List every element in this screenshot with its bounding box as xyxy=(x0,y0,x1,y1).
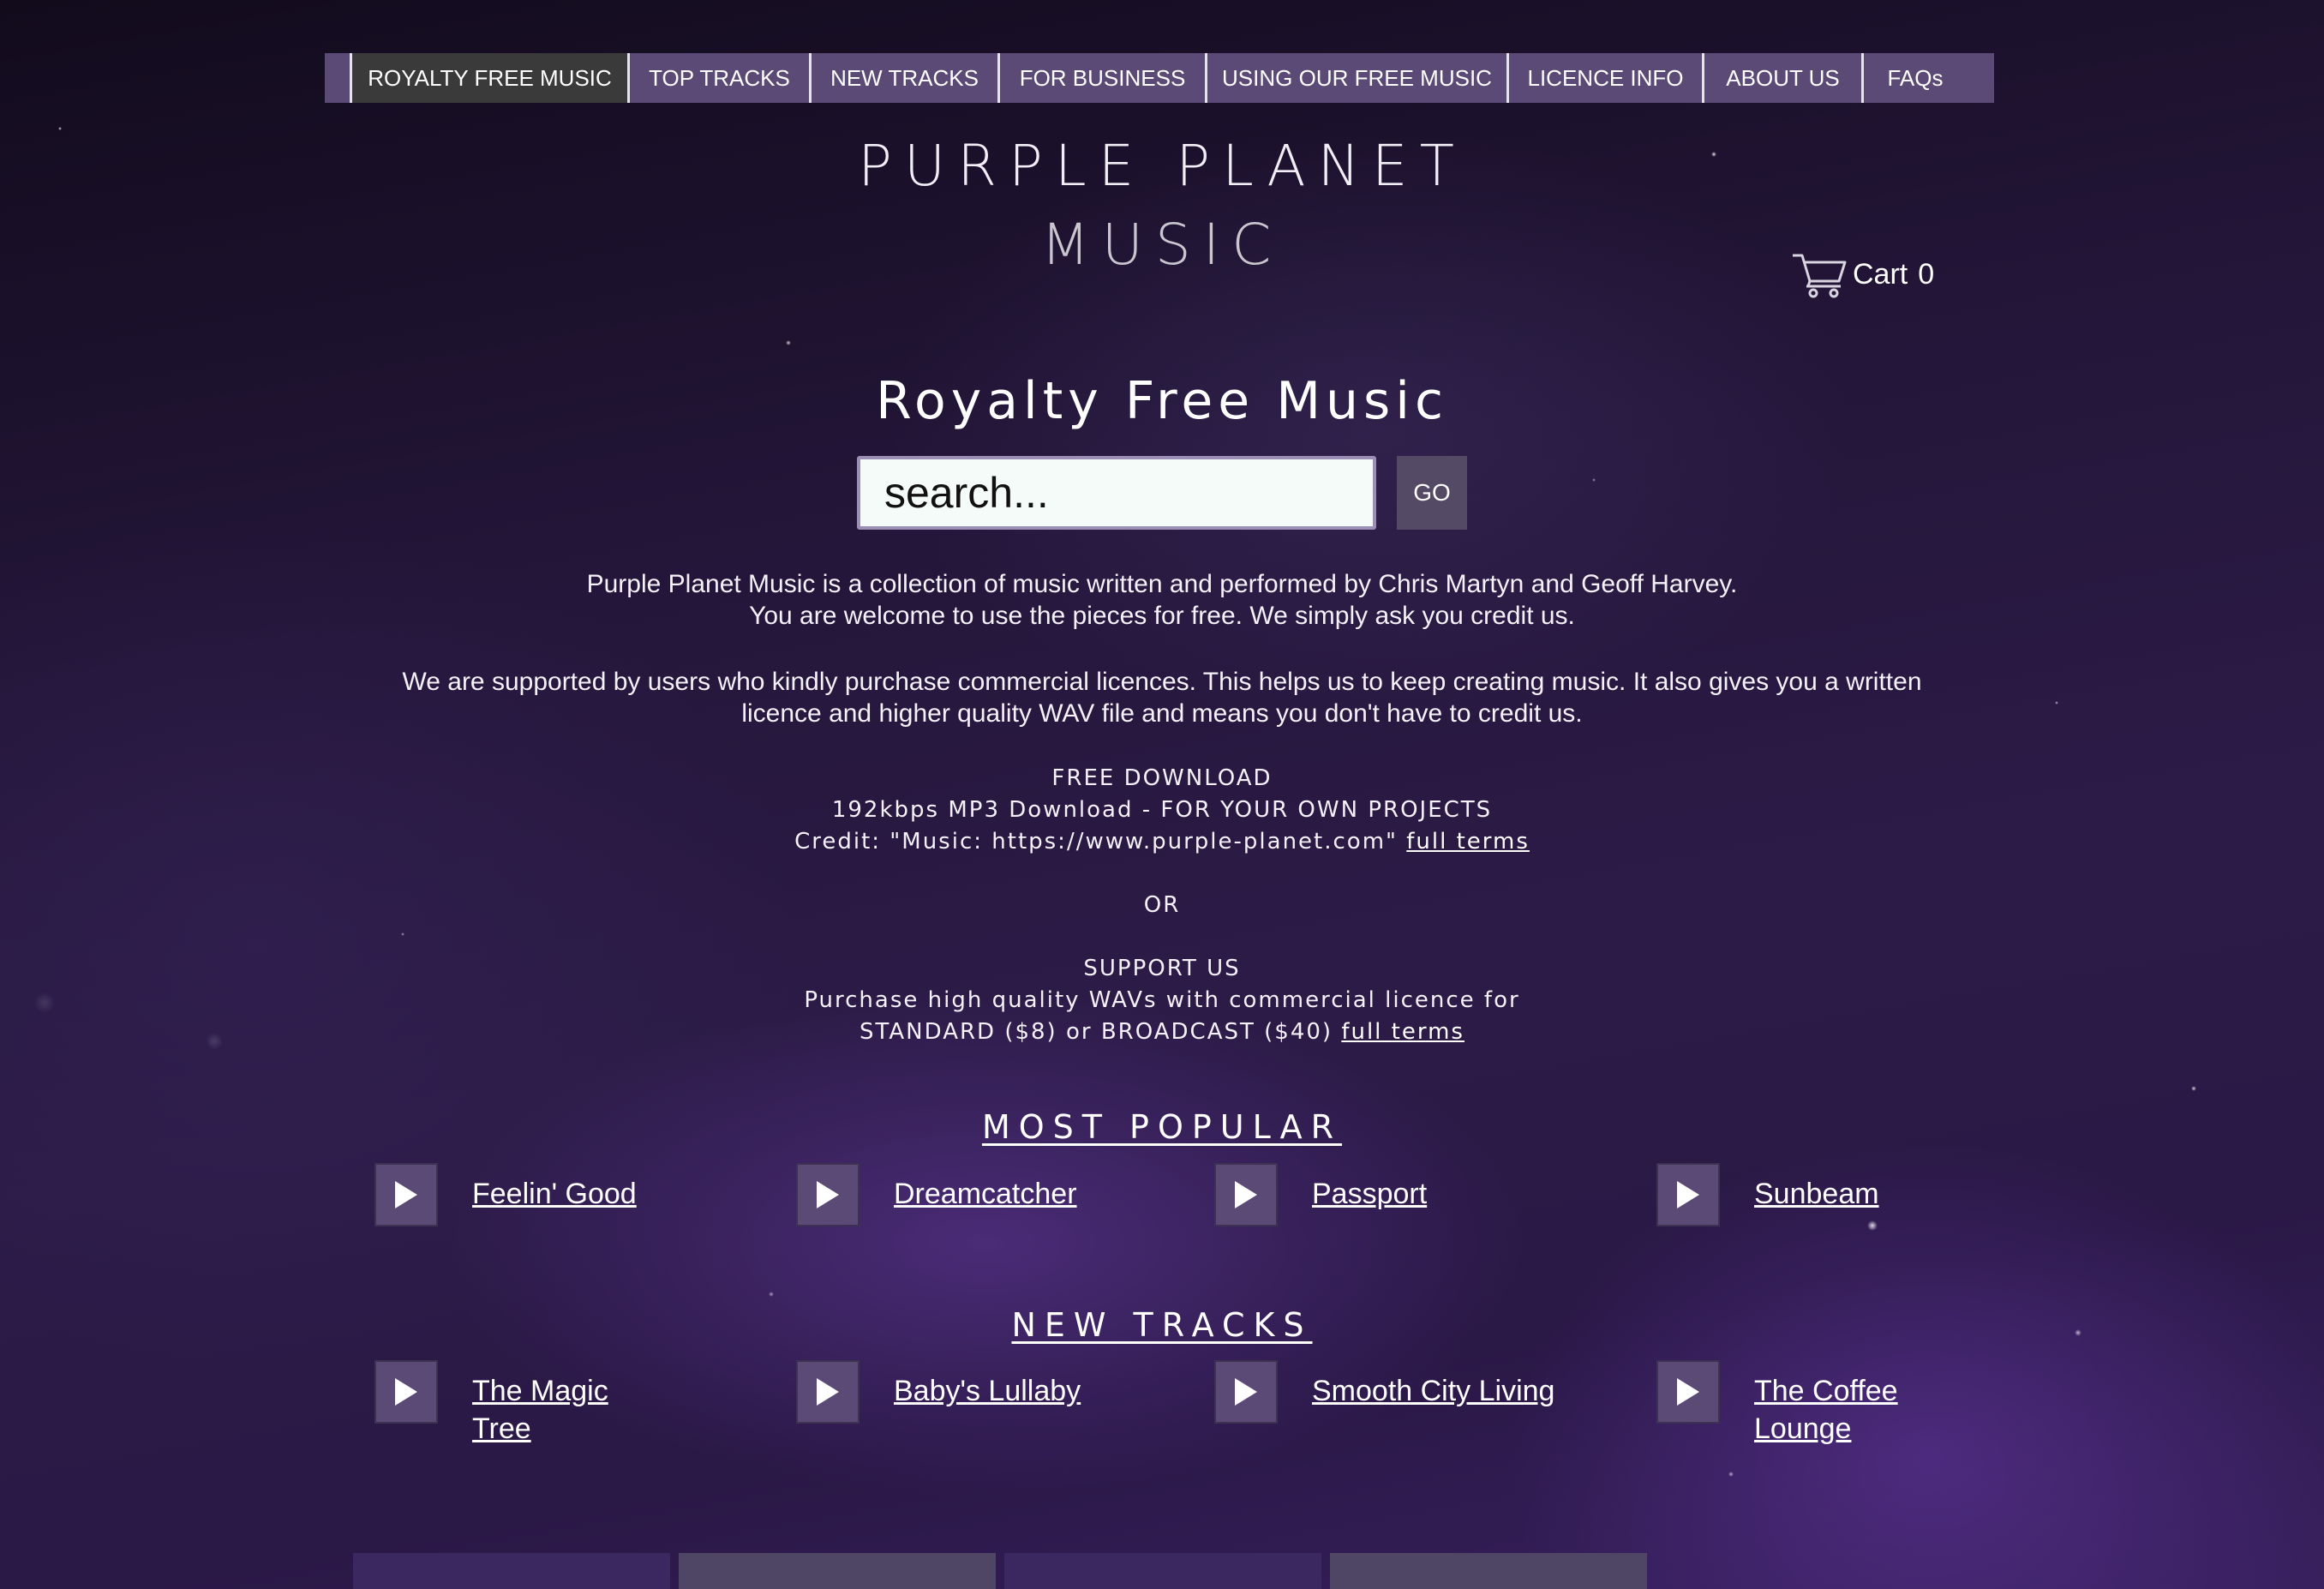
footer-tab[interactable] xyxy=(1330,1553,1647,1589)
new-tracks-heading[interactable]: NEW TRACKS xyxy=(0,1304,2324,1346)
track-link[interactable]: Passport xyxy=(1312,1175,1500,1213)
intro-line: We are supported by users who kindly pur… xyxy=(402,668,1922,696)
track-link[interactable]: Feelin' Good xyxy=(472,1175,661,1213)
main-nav: ROYALTY FREE MUSIC TOP TRACKS NEW TRACKS… xyxy=(325,53,1994,103)
most-popular-heading-text: MOST POPULAR xyxy=(981,1108,1343,1146)
track-item: Smooth City Living xyxy=(1214,1360,1586,1424)
footer-tab[interactable] xyxy=(679,1553,996,1589)
intro-text: Purple Planet Music is a collection of m… xyxy=(0,568,2324,632)
track-item: Baby's Lullaby xyxy=(796,1360,1082,1424)
pricing-text: STANDARD ($8) or BROADCAST ($40) xyxy=(860,1019,1333,1045)
free-download-line: 192kbps MP3 Download - FOR YOUR OWN PROJ… xyxy=(831,797,1493,823)
or-separator: OR xyxy=(0,890,2324,921)
track-item: Feelin' Good xyxy=(374,1163,661,1226)
play-icon xyxy=(1677,1181,1699,1208)
cart-button[interactable]: Cart 0 xyxy=(1791,249,1934,300)
cart-icon xyxy=(1793,254,1847,298)
play-button[interactable] xyxy=(1214,1163,1278,1226)
track-link[interactable]: Dreamcatcher xyxy=(894,1175,1082,1213)
play-icon xyxy=(395,1181,417,1208)
play-icon xyxy=(395,1378,417,1406)
play-icon xyxy=(1235,1181,1257,1208)
site-title-line2: MUSIC xyxy=(1040,212,1284,278)
track-link[interactable]: Smooth City Living xyxy=(1312,1372,1586,1410)
site-title-line1: PURPLE PLANET xyxy=(858,133,1466,199)
play-button[interactable] xyxy=(374,1360,438,1424)
nav-item-new-tracks[interactable]: NEW TRACKS xyxy=(812,53,1000,103)
play-icon xyxy=(817,1378,839,1406)
page-heading: Royalty Free Music xyxy=(876,371,1448,431)
cart-count: 0 xyxy=(1918,257,1935,291)
play-button[interactable] xyxy=(1656,1360,1720,1424)
play-button[interactable] xyxy=(374,1163,438,1226)
nav-item-about-us[interactable]: ABOUT US xyxy=(1704,53,1864,103)
track-link[interactable]: The Magic Tree xyxy=(472,1372,661,1448)
free-download-block: FREE DOWNLOAD 192kbps MP3 Download - FOR… xyxy=(0,763,2324,858)
support-us-block: SUPPORT US Purchase high quality WAVs wi… xyxy=(0,953,2324,1048)
nav-item-royalty-free-music[interactable]: ROYALTY FREE MUSIC xyxy=(352,53,630,103)
support-terms-link[interactable]: full terms xyxy=(1341,1019,1464,1045)
support-us-pricing: STANDARD ($8) or BROADCAST ($40) full te… xyxy=(0,1016,2324,1048)
support-us-heading: SUPPORT US xyxy=(1083,956,1241,981)
track-link[interactable]: Sunbeam xyxy=(1754,1175,1943,1213)
play-button[interactable] xyxy=(1214,1360,1278,1424)
nav-item-faqs[interactable]: FAQs xyxy=(1864,53,1967,103)
nav-item-for-business[interactable]: FOR BUSINESS xyxy=(1000,53,1207,103)
nav-item-using-our-free-music[interactable]: USING OUR FREE MUSIC xyxy=(1207,53,1509,103)
support-us-line: Purchase high quality WAVs with commerci… xyxy=(804,987,1520,1013)
track-item: Sunbeam xyxy=(1656,1163,1943,1226)
search-go-button[interactable]: GO xyxy=(1397,456,1467,530)
cart-label: Cart xyxy=(1853,257,1908,291)
support-text: We are supported by users who kindly pur… xyxy=(0,666,2324,729)
track-item: The Coffee Lounge xyxy=(1656,1360,1926,1448)
track-link[interactable]: Baby's Lullaby xyxy=(894,1372,1082,1410)
nav-divider xyxy=(325,53,352,103)
most-popular-heading[interactable]: MOST POPULAR xyxy=(0,1106,2324,1148)
nav-item-top-tracks[interactable]: TOP TRACKS xyxy=(630,53,812,103)
track-item: Dreamcatcher xyxy=(796,1163,1082,1226)
intro-line: licence and higher quality WAV file and … xyxy=(741,699,1583,728)
intro-line: You are welcome to use the pieces for fr… xyxy=(749,602,1575,630)
intro-line: Purple Planet Music is a collection of m… xyxy=(586,570,1738,598)
track-item: The Magic Tree xyxy=(374,1360,661,1448)
search-input[interactable] xyxy=(857,456,1376,530)
free-download-terms-link[interactable]: full terms xyxy=(1406,829,1530,854)
track-item: Passport xyxy=(1214,1163,1500,1226)
site-title[interactable]: PURPLE PLANET MUSIC xyxy=(0,127,2324,285)
credit-text: Credit: "Music: https://www.purple-plane… xyxy=(794,829,1398,854)
play-button[interactable] xyxy=(796,1163,860,1226)
nav-item-licence-info[interactable]: LICENCE INFO xyxy=(1509,53,1704,103)
free-download-heading: FREE DOWNLOAD xyxy=(1051,765,1273,791)
new-tracks-heading-text: NEW TRACKS xyxy=(1011,1306,1313,1344)
footer-tab[interactable] xyxy=(353,1553,670,1589)
play-icon xyxy=(817,1181,839,1208)
play-button[interactable] xyxy=(796,1360,860,1424)
or-label: OR xyxy=(1143,892,1181,918)
free-download-credit: Credit: "Music: https://www.purple-plane… xyxy=(0,826,2324,858)
play-icon xyxy=(1677,1378,1699,1406)
play-icon xyxy=(1235,1378,1257,1406)
track-link[interactable]: The Coffee Lounge xyxy=(1754,1372,1926,1448)
play-button[interactable] xyxy=(1656,1163,1720,1226)
footer-tab[interactable] xyxy=(1004,1553,1321,1589)
